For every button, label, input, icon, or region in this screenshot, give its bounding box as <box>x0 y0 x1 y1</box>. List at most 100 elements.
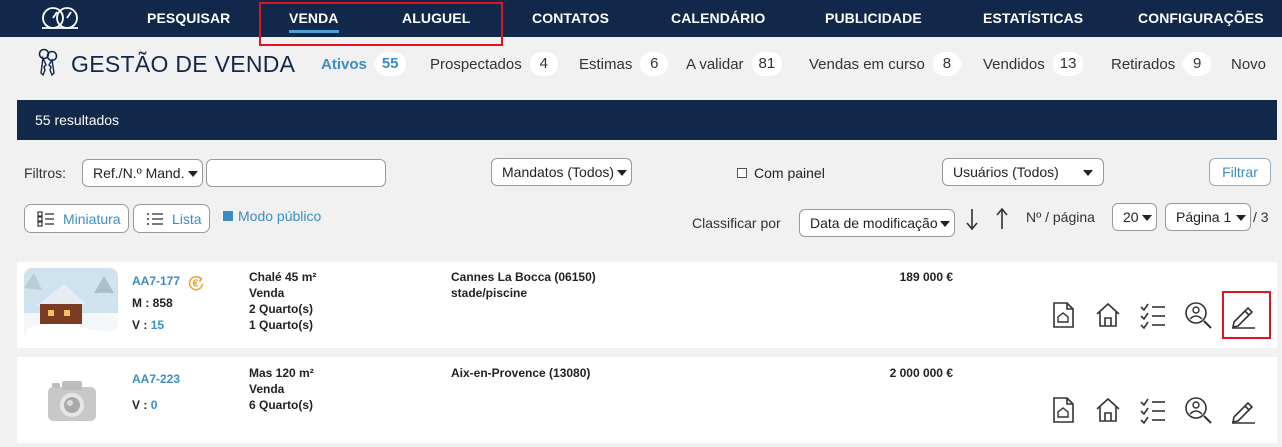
listing-v-count: V : 15 <box>132 318 164 332</box>
thumbnail-label: Miniatura <box>63 210 121 227</box>
caret-down-icon <box>188 171 198 177</box>
tab-novo[interactable]: Novo <box>1231 52 1266 76</box>
checkbox-box[interactable] <box>737 168 747 178</box>
page-select[interactable]: Página 1 <box>1165 203 1251 231</box>
listing-description: Mas 120 m² Venda 6 Quarto(s) <box>249 365 314 413</box>
highlight-venda-aluguel <box>259 2 503 46</box>
location-city: Cannes La Bocca (06150) <box>451 270 596 284</box>
select-value: Ref./N.º Mand. <box>93 165 185 181</box>
users-select[interactable]: Usuários (Todos) <box>942 158 1104 186</box>
listing-row[interactable]: AA7-223 V : 0 Mas 120 m² Venda 6 Quarto(… <box>17 357 1277 443</box>
caret-down-icon <box>617 170 627 176</box>
mandates-select[interactable]: Mandatos (Todos) <box>491 158 632 186</box>
rooms: 6 Quarto(s) <box>249 398 314 412</box>
document-house-icon[interactable] <box>1048 300 1078 330</box>
page-title: GESTÃO DE VENDA <box>71 51 296 77</box>
listing-row[interactable]: AA7-177 M : 858 V : 15 Chalé 45 m² Venda… <box>17 262 1277 348</box>
page-total: / 3 <box>1253 209 1269 225</box>
listing-reference-link[interactable]: AA7-223 <box>132 372 180 386</box>
tab-retirados[interactable]: Retirados 9 <box>1111 52 1212 76</box>
listing-location: Cannes La Bocca (06150) stade/piscine <box>451 269 596 301</box>
checklist-icon[interactable] <box>1138 395 1168 425</box>
panel-checkbox[interactable]: Com painel <box>737 163 825 183</box>
top-navigation: PESQUISAR VENDA ALUGUEL CONTATOS CALENDÁ… <box>0 0 1282 37</box>
filter-button[interactable]: Filtrar <box>1209 158 1271 186</box>
transaction-type: Venda <box>249 382 285 396</box>
sort-descending-icon[interactable] <box>964 206 980 232</box>
tab-label: Estimas <box>579 55 633 73</box>
nav-item-contatos[interactable]: CONTATOS <box>532 0 609 37</box>
list-label: Lista <box>172 210 202 227</box>
transaction-type: Venda <box>249 286 285 300</box>
tab-count: 55 <box>374 52 406 76</box>
dashboard-logo-icon[interactable] <box>40 5 80 31</box>
v-value: 15 <box>150 318 165 332</box>
rooms: 2 Quarto(s) <box>249 302 314 316</box>
m-value: 858 <box>152 296 173 310</box>
nav-item-calendario[interactable]: CALENDÁRIO <box>671 0 765 37</box>
select-value: Data de modificação <box>810 215 938 231</box>
thumbnail-list-icon <box>37 210 54 227</box>
tab-label: Vendidos <box>983 55 1045 73</box>
select-value: 20 <box>1123 209 1139 225</box>
select-value: Usuários (Todos) <box>953 164 1059 180</box>
edit-pencil-icon[interactable] <box>1228 395 1258 425</box>
listing-description: Chalé 45 m² Venda 2 Quarto(s) 1 Quarto(s… <box>249 269 316 333</box>
m-label: M : <box>132 296 150 310</box>
tab-count: 6 <box>640 52 669 76</box>
tab-count: 13 <box>1052 52 1084 76</box>
filters-label: Filtros: <box>24 165 66 181</box>
sort-ascending-icon[interactable] <box>994 206 1010 232</box>
listing-location: Aix-en-Provence (13080) <box>451 365 590 381</box>
tab-a-validar[interactable]: A validar 81 <box>686 52 783 76</box>
v-label: V : <box>132 398 148 412</box>
camera-placeholder-icon <box>48 381 96 421</box>
per-page-select[interactable]: 20 <box>1112 203 1157 231</box>
search-person-icon[interactable] <box>1183 300 1213 330</box>
tab-prospectados[interactable]: Prospectados 4 <box>430 52 558 76</box>
thumbnail-view-button[interactable]: Miniatura <box>24 204 129 233</box>
caret-down-icon <box>1142 215 1152 221</box>
listing-v-count: V : 0 <box>132 398 157 412</box>
location-city: Aix-en-Provence (13080) <box>451 366 591 380</box>
property-photo[interactable] <box>24 268 118 341</box>
v-value: 0 <box>150 398 158 412</box>
tab-vendas-em-curso[interactable]: Vendas em curso 8 <box>809 52 961 76</box>
tab-label: Vendas em curso <box>809 55 925 73</box>
nav-item-configuracoes[interactable]: CONFIGURAÇÕES <box>1138 0 1264 37</box>
nav-item-pesquisar[interactable]: PESQUISAR <box>147 0 230 37</box>
select-value: Página 1 <box>1176 209 1232 225</box>
search-person-icon[interactable] <box>1183 395 1213 425</box>
tab-ativos[interactable]: Ativos 55 <box>321 52 406 76</box>
house-icon[interactable] <box>1093 395 1123 425</box>
sort-label: Classificar por <box>692 215 781 231</box>
tab-estimas[interactable]: Estimas 6 <box>579 52 669 76</box>
ref-search-input[interactable] <box>206 159 386 187</box>
highlight-edit-button <box>1222 291 1271 339</box>
tab-count: 4 <box>529 52 558 76</box>
house-icon[interactable] <box>1093 300 1123 330</box>
tab-vendidos[interactable]: Vendidos 13 <box>983 52 1084 76</box>
checklist-icon[interactable] <box>1138 300 1168 330</box>
tab-label: A validar <box>686 55 744 73</box>
chalet-photo-image <box>24 268 118 341</box>
public-mode-indicator <box>223 211 233 221</box>
list-view-button[interactable]: Lista <box>133 204 210 233</box>
nav-item-estatisticas[interactable]: ESTATÍSTICAS <box>983 0 1083 37</box>
nav-item-publicidade[interactable]: PUBLICIDADE <box>825 0 922 37</box>
caret-down-icon <box>1083 170 1093 176</box>
listing-m-count: M : 858 <box>132 296 173 310</box>
listing-price: 189 000 € <box>899 270 953 284</box>
tab-count: 9 <box>1183 52 1212 76</box>
tab-label: Retirados <box>1111 55 1176 73</box>
select-value: Mandatos (Todos) <box>502 164 615 180</box>
document-house-icon[interactable] <box>1048 395 1078 425</box>
sort-select[interactable]: Data de modificação <box>799 209 955 237</box>
ref-type-select[interactable]: Ref./N.º Mand. <box>82 159 203 187</box>
listing-reference-link[interactable]: AA7-177 <box>132 274 180 288</box>
rooms: 1 Quarto(s) <box>249 318 314 332</box>
checkbox-label: Com painel <box>754 165 825 181</box>
property-photo[interactable] <box>24 363 118 436</box>
euro-exchange-icon <box>188 275 204 291</box>
public-mode-toggle[interactable]: Modo público <box>223 208 321 224</box>
